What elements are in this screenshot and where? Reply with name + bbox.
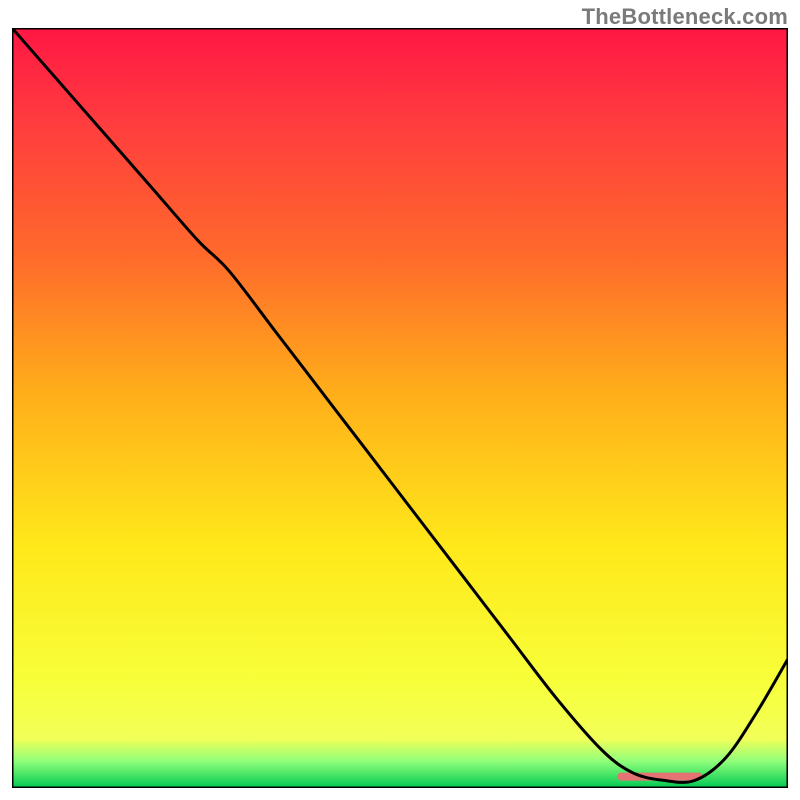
gradient-background [12, 28, 788, 788]
bottleneck-chart [12, 28, 788, 788]
chart-frame: TheBottleneck.com [0, 0, 800, 800]
watermark-text: TheBottleneck.com [582, 4, 788, 30]
plot-area [12, 28, 788, 788]
